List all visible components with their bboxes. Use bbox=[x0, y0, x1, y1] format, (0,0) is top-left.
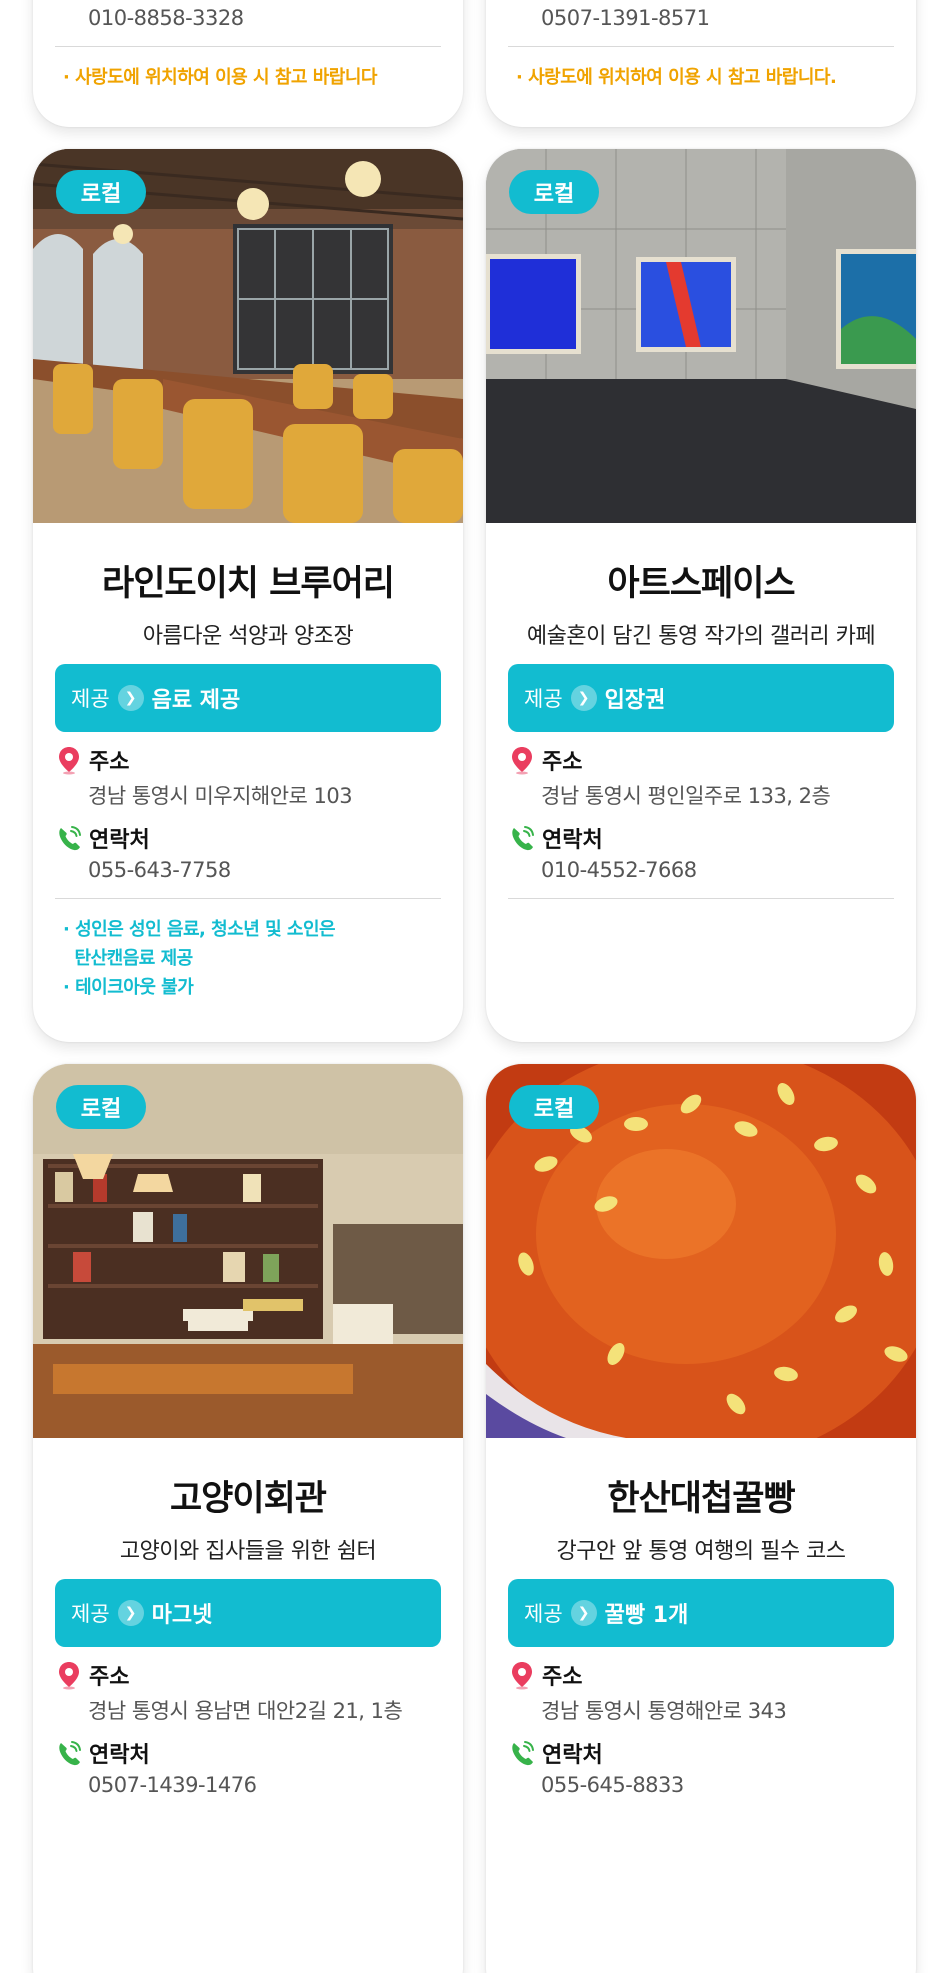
place-card[interactable]: 로컬 한산대첩꿀빵 강구안 앞 통영 여행의 필수 코스 제공 ❯ 꿀빵 1개 … bbox=[486, 1064, 916, 1973]
address-value: 경남 통영시 용남면 대안2길 21, 1층 bbox=[88, 1699, 403, 1723]
chevron-right-icon: ❯ bbox=[570, 685, 597, 711]
address-value: 경남 통영시 평인일주로 133, 2층 bbox=[541, 784, 831, 808]
place-name: 아트스페이스 bbox=[607, 564, 795, 604]
chevron-right-icon: ❯ bbox=[117, 685, 144, 711]
offer-label: 제공 bbox=[71, 687, 110, 711]
local-badge: 로컬 bbox=[509, 1085, 599, 1129]
phone-value[interactable]: 055-643-7758 bbox=[55, 858, 441, 882]
phone-value[interactable]: 055-645-8833 bbox=[508, 1773, 894, 1797]
contact-heading: 연락처 bbox=[508, 1737, 894, 1769]
address-heading: 주소 bbox=[55, 744, 441, 776]
contact-heading: 연락처 bbox=[508, 822, 894, 854]
offer-bar: 제공 ❯ 마그넷 bbox=[55, 1579, 441, 1647]
address-value: 경남 통영시 통영해안로 343 bbox=[541, 1699, 787, 1723]
offer-label: 제공 bbox=[524, 687, 563, 711]
notice-text: · 테이크아웃 불가 bbox=[63, 977, 194, 998]
divider bbox=[508, 898, 894, 899]
phone-value: 010-8858-3328 bbox=[88, 6, 244, 30]
place-card[interactable]: 로컬 아트스페이스 예술혼이 담긴 통영 작가의 갤러리 카페 제공 ❯ 입장권… bbox=[486, 149, 916, 1042]
gallery-interior-photo: 로컬 bbox=[486, 149, 916, 523]
offer-value: 음료 제공 bbox=[151, 688, 241, 713]
place-name: 라인도이치 브루어리 bbox=[102, 564, 395, 604]
place-tagline: 강구안 앞 통영 여행의 필수 코스 bbox=[556, 1539, 846, 1564]
offer-value: 마그넷 bbox=[151, 1603, 213, 1628]
offer-value: 입장권 bbox=[604, 688, 666, 713]
phone-value[interactable]: 010-4552-7668 bbox=[508, 858, 894, 882]
phone-value: 0507-1391-8571 bbox=[541, 6, 710, 30]
honey-bread-photo: 로컬 bbox=[486, 1064, 916, 1438]
offer-label: 제공 bbox=[71, 1602, 110, 1626]
local-badge: 로컬 bbox=[56, 1085, 146, 1129]
phone-icon bbox=[508, 1738, 536, 1768]
address-label: 주소 bbox=[89, 750, 130, 775]
place-tagline: 예술혼이 담긴 통영 작가의 갤러리 카페 bbox=[526, 624, 876, 649]
phone-icon bbox=[55, 1738, 83, 1768]
place-tagline: 아름다운 석양과 양조장 bbox=[142, 624, 354, 649]
location-pin-icon bbox=[508, 745, 536, 775]
phone-value[interactable]: 0507-1439-1476 bbox=[55, 1773, 441, 1797]
place-card[interactable]: 로컬 고양이회관 고양이와 집사들을 위한 쉼터 제공 ❯ 마그넷 주소 경남 … bbox=[33, 1064, 463, 1973]
notice-text: · 성인은 성인 음료, 청소년 및 소인은 bbox=[63, 919, 336, 940]
notice-text: · 사랑도에 위치하여 이용 시 참고 바랍니다 bbox=[63, 67, 377, 88]
offer-bar: 제공 ❯ 음료 제공 bbox=[55, 664, 441, 732]
bookshelf-cafe-photo: 로컬 bbox=[33, 1064, 463, 1438]
address-heading: 주소 bbox=[508, 744, 894, 776]
notice-text: 탄산캔음료 제공 bbox=[63, 948, 194, 969]
address-heading: 주소 bbox=[508, 1659, 894, 1691]
phone-icon bbox=[55, 823, 83, 853]
offer-bar: 제공 ❯ 꿀빵 1개 bbox=[508, 1579, 894, 1647]
address-label: 주소 bbox=[89, 1665, 130, 1690]
place-card-partial: 0507-1391-8571 · 사랑도에 위치하여 이용 시 참고 바랍니다. bbox=[486, 0, 916, 127]
contact-label: 연락처 bbox=[542, 1743, 603, 1768]
local-badge: 로컬 bbox=[509, 170, 599, 214]
offer-label: 제공 bbox=[524, 1602, 563, 1626]
brewery-interior-photo: 로컬 bbox=[33, 149, 463, 523]
address-value: 경남 통영시 미우지해안로 103 bbox=[88, 784, 353, 808]
place-tagline: 고양이와 집사들을 위한 쉼터 bbox=[119, 1539, 377, 1564]
local-badge: 로컬 bbox=[56, 170, 146, 214]
page: 010-8858-3328 · 사랑도에 위치하여 이용 시 참고 바랍니다 0… bbox=[0, 0, 950, 1973]
place-name: 한산대첩꿀빵 bbox=[607, 1479, 795, 1519]
phone-icon bbox=[508, 823, 536, 853]
location-pin-icon bbox=[55, 1660, 83, 1690]
place-name: 고양이회관 bbox=[169, 1479, 327, 1519]
offer-value: 꿀빵 1개 bbox=[604, 1603, 689, 1628]
contact-heading: 연락처 bbox=[55, 1737, 441, 1769]
notice-text: · 사랑도에 위치하여 이용 시 참고 바랍니다. bbox=[516, 67, 837, 88]
address-label: 주소 bbox=[542, 750, 583, 775]
chevron-right-icon: ❯ bbox=[570, 1600, 597, 1626]
place-card-partial: 010-8858-3328 · 사랑도에 위치하여 이용 시 참고 바랍니다 bbox=[33, 0, 463, 127]
contact-label: 연락처 bbox=[542, 828, 603, 853]
place-card[interactable]: 로컬 라인도이치 브루어리 아름다운 석양과 양조장 제공 ❯ 음료 제공 주소… bbox=[33, 149, 463, 1042]
contact-label: 연락처 bbox=[89, 1743, 150, 1768]
chevron-right-icon: ❯ bbox=[117, 1600, 144, 1626]
contact-label: 연락처 bbox=[89, 828, 150, 853]
contact-heading: 연락처 bbox=[55, 822, 441, 854]
location-pin-icon bbox=[55, 745, 83, 775]
offer-bar: 제공 ❯ 입장권 bbox=[508, 664, 894, 732]
location-pin-icon bbox=[508, 1660, 536, 1690]
address-label: 주소 bbox=[542, 1665, 583, 1690]
address-heading: 주소 bbox=[55, 1659, 441, 1691]
